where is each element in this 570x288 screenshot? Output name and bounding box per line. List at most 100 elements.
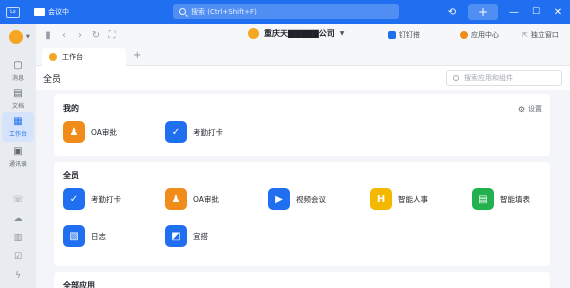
tab-workbench[interactable]: 工作台 bbox=[42, 48, 126, 66]
app-center-button[interactable]: 应用中心 bbox=[460, 30, 499, 40]
close-icon[interactable]: ✕ bbox=[552, 4, 564, 20]
video-icon: ▶ bbox=[268, 188, 290, 210]
dingding-icon bbox=[388, 31, 396, 39]
company-logo bbox=[248, 28, 259, 39]
search-placeholder: 搜索 (Ctrl+Shift+F) bbox=[191, 7, 257, 16]
section-title: 全部应用 bbox=[63, 281, 95, 288]
app-label: 智能填表 bbox=[500, 194, 530, 204]
meeting-logo-icon bbox=[34, 8, 45, 16]
contacts-icon: ▣ bbox=[13, 146, 23, 157]
app-smart-hr[interactable]: H 智能人事 bbox=[370, 188, 428, 210]
refresh-icon[interactable]: ↻ bbox=[88, 30, 104, 41]
new-tab-icon[interactable]: + bbox=[133, 50, 141, 61]
app-badge: Lx bbox=[6, 6, 20, 18]
sidebar-item-label: 文档 bbox=[11, 103, 24, 110]
app-label: 考勤打卡 bbox=[193, 127, 223, 137]
sidebar-item-messages[interactable]: ▢ 消息 bbox=[2, 56, 34, 86]
sidebar-item-workbench[interactable]: ▦ 工作台 bbox=[2, 112, 34, 142]
app-label: OA审批 bbox=[91, 127, 117, 137]
settings-icon: ⚙ bbox=[517, 104, 525, 114]
app-label: 宜搭 bbox=[193, 231, 208, 241]
global-search-input[interactable]: 搜索 (Ctrl+Shift+F) bbox=[173, 4, 399, 19]
maximize-icon[interactable]: ☐ bbox=[530, 4, 542, 20]
sidebar-item-label: 通讯录 bbox=[8, 161, 27, 168]
person-icon: ♟ bbox=[63, 121, 85, 143]
content-header: 全员 搜索应用和组件 bbox=[36, 66, 570, 90]
app-smart-form[interactable]: ▤ 智能填表 bbox=[472, 188, 530, 210]
app-attendance[interactable]: ✓ 考勤打卡 bbox=[63, 188, 121, 210]
chevron-down-icon[interactable]: ▼ bbox=[26, 34, 30, 40]
all-staff-apps-card: 全员 ✓ 考勤打卡 ♟ OA审批 ▶ 视频会议 H 智能人事 ▤ 智能填表 ▧ … bbox=[54, 162, 550, 266]
forward-icon[interactable]: › bbox=[72, 30, 88, 41]
page-title: 全员 bbox=[43, 75, 62, 85]
app-label: 智能人事 bbox=[398, 194, 428, 204]
meeting-label: 会议中 bbox=[48, 8, 69, 16]
tab-bar: 工作台 + bbox=[36, 46, 570, 66]
section-title: 我的 bbox=[63, 104, 79, 113]
todo-icon[interactable]: ☑ bbox=[12, 251, 24, 263]
plus-icon: + bbox=[477, 5, 489, 19]
lightning-icon[interactable]: ϟ bbox=[12, 270, 24, 282]
user-avatar[interactable] bbox=[9, 30, 23, 44]
calendar-icon[interactable]: ▥ bbox=[12, 232, 24, 244]
section-title: 全员 bbox=[63, 171, 79, 180]
dingding-label: 钉钉搭 bbox=[399, 31, 420, 39]
app-oa-approval[interactable]: ♟ OA审批 bbox=[63, 121, 117, 143]
tab-label: 工作台 bbox=[62, 53, 83, 61]
phone-icon[interactable]: ☏ bbox=[12, 194, 24, 206]
title-bar: Lx 会议中 搜索 (Ctrl+Shift+F) ⟲ + — ☐ ✕ bbox=[0, 0, 570, 24]
cloud-icon[interactable]: ☁ bbox=[12, 213, 24, 225]
workbench-icon: ▦ bbox=[13, 116, 23, 127]
sidebar-item-documents[interactable]: ▤ 文档 bbox=[2, 84, 34, 114]
sidebar-toggle-icon[interactable]: ▮ bbox=[40, 30, 56, 41]
log-icon: ▧ bbox=[63, 225, 85, 247]
window-icon: ⇱ bbox=[522, 31, 528, 39]
app-search-input[interactable]: 搜索应用和组件 bbox=[446, 70, 562, 86]
sidebar-item-label: 工作台 bbox=[8, 131, 27, 138]
settings-label: 设置 bbox=[528, 105, 542, 113]
workbench-tab-icon bbox=[49, 53, 57, 61]
app-label: OA审批 bbox=[193, 194, 219, 204]
toolbar: ▮ ‹ › ↻ ⛶ 重庆天▇▇▇▇▇公司 ▼ 钉钉搭 应用中心 ⇱ 独立窗口 bbox=[36, 24, 570, 46]
company-name: 重庆天▇▇▇▇▇公司 bbox=[264, 29, 335, 38]
document-icon: ▤ bbox=[13, 88, 23, 99]
sidebar-item-contacts[interactable]: ▣ 通讯录 bbox=[2, 142, 34, 172]
all-apps-card: 全部应用 bbox=[54, 272, 550, 288]
workbench-content: 全员 搜索应用和组件 我的 ⚙ 设置 ♟ OA审批 ✓ 考勤打卡 全员 ✓ 考勤… bbox=[36, 66, 570, 288]
settings-button[interactable]: ⚙ 设置 bbox=[518, 104, 542, 114]
app-search-placeholder: 搜索应用和组件 bbox=[464, 74, 513, 82]
app-center-icon bbox=[460, 31, 468, 39]
app-label: 考勤打卡 bbox=[91, 194, 121, 204]
app-label: 日志 bbox=[91, 231, 106, 241]
app-log[interactable]: ▧ 日志 bbox=[63, 225, 106, 247]
message-icon: ▢ bbox=[13, 60, 23, 71]
sidebar: ▼ ▢ 消息 ▤ 文档 ▦ 工作台 ▣ 通讯录 ☏ ☁ ▥ ☑ ϟ bbox=[0, 24, 36, 288]
meeting-indicator[interactable]: 会议中 bbox=[34, 7, 69, 17]
standalone-window-label: 独立窗口 bbox=[530, 31, 559, 39]
chevron-down-icon: ▼ bbox=[339, 30, 345, 37]
my-apps-card: 我的 ⚙ 设置 ♟ OA审批 ✓ 考勤打卡 bbox=[54, 94, 550, 156]
app-attendance[interactable]: ✓ 考勤打卡 bbox=[165, 121, 223, 143]
search-icon bbox=[453, 75, 459, 81]
fullscreen-icon[interactable]: ⛶ bbox=[104, 30, 120, 41]
standalone-window-button[interactable]: ⇱ 独立窗口 bbox=[522, 30, 559, 40]
form-icon: ▤ bbox=[472, 188, 494, 210]
search-icon bbox=[179, 8, 186, 15]
app-center-label: 应用中心 bbox=[471, 31, 499, 39]
app-yida[interactable]: ◩ 宜搭 bbox=[165, 225, 208, 247]
shield-check-icon: ✓ bbox=[165, 121, 187, 143]
plus-button[interactable]: + bbox=[468, 4, 498, 20]
hr-icon: H bbox=[370, 188, 392, 210]
shield-check-icon: ✓ bbox=[63, 188, 85, 210]
dingding-button[interactable]: 钉钉搭 bbox=[388, 30, 420, 40]
minimize-icon[interactable]: — bbox=[508, 4, 520, 20]
sidebar-item-label: 消息 bbox=[11, 75, 24, 82]
history-icon[interactable]: ⟲ bbox=[444, 4, 460, 20]
app-oa-approval[interactable]: ♟ OA审批 bbox=[165, 188, 219, 210]
person-icon: ♟ bbox=[165, 188, 187, 210]
app-label: 视频会议 bbox=[296, 194, 326, 204]
back-icon[interactable]: ‹ bbox=[56, 30, 72, 41]
yida-icon: ◩ bbox=[165, 225, 187, 247]
company-switcher[interactable]: 重庆天▇▇▇▇▇公司 ▼ bbox=[248, 28, 344, 39]
app-video-meeting[interactable]: ▶ 视频会议 bbox=[268, 188, 326, 210]
